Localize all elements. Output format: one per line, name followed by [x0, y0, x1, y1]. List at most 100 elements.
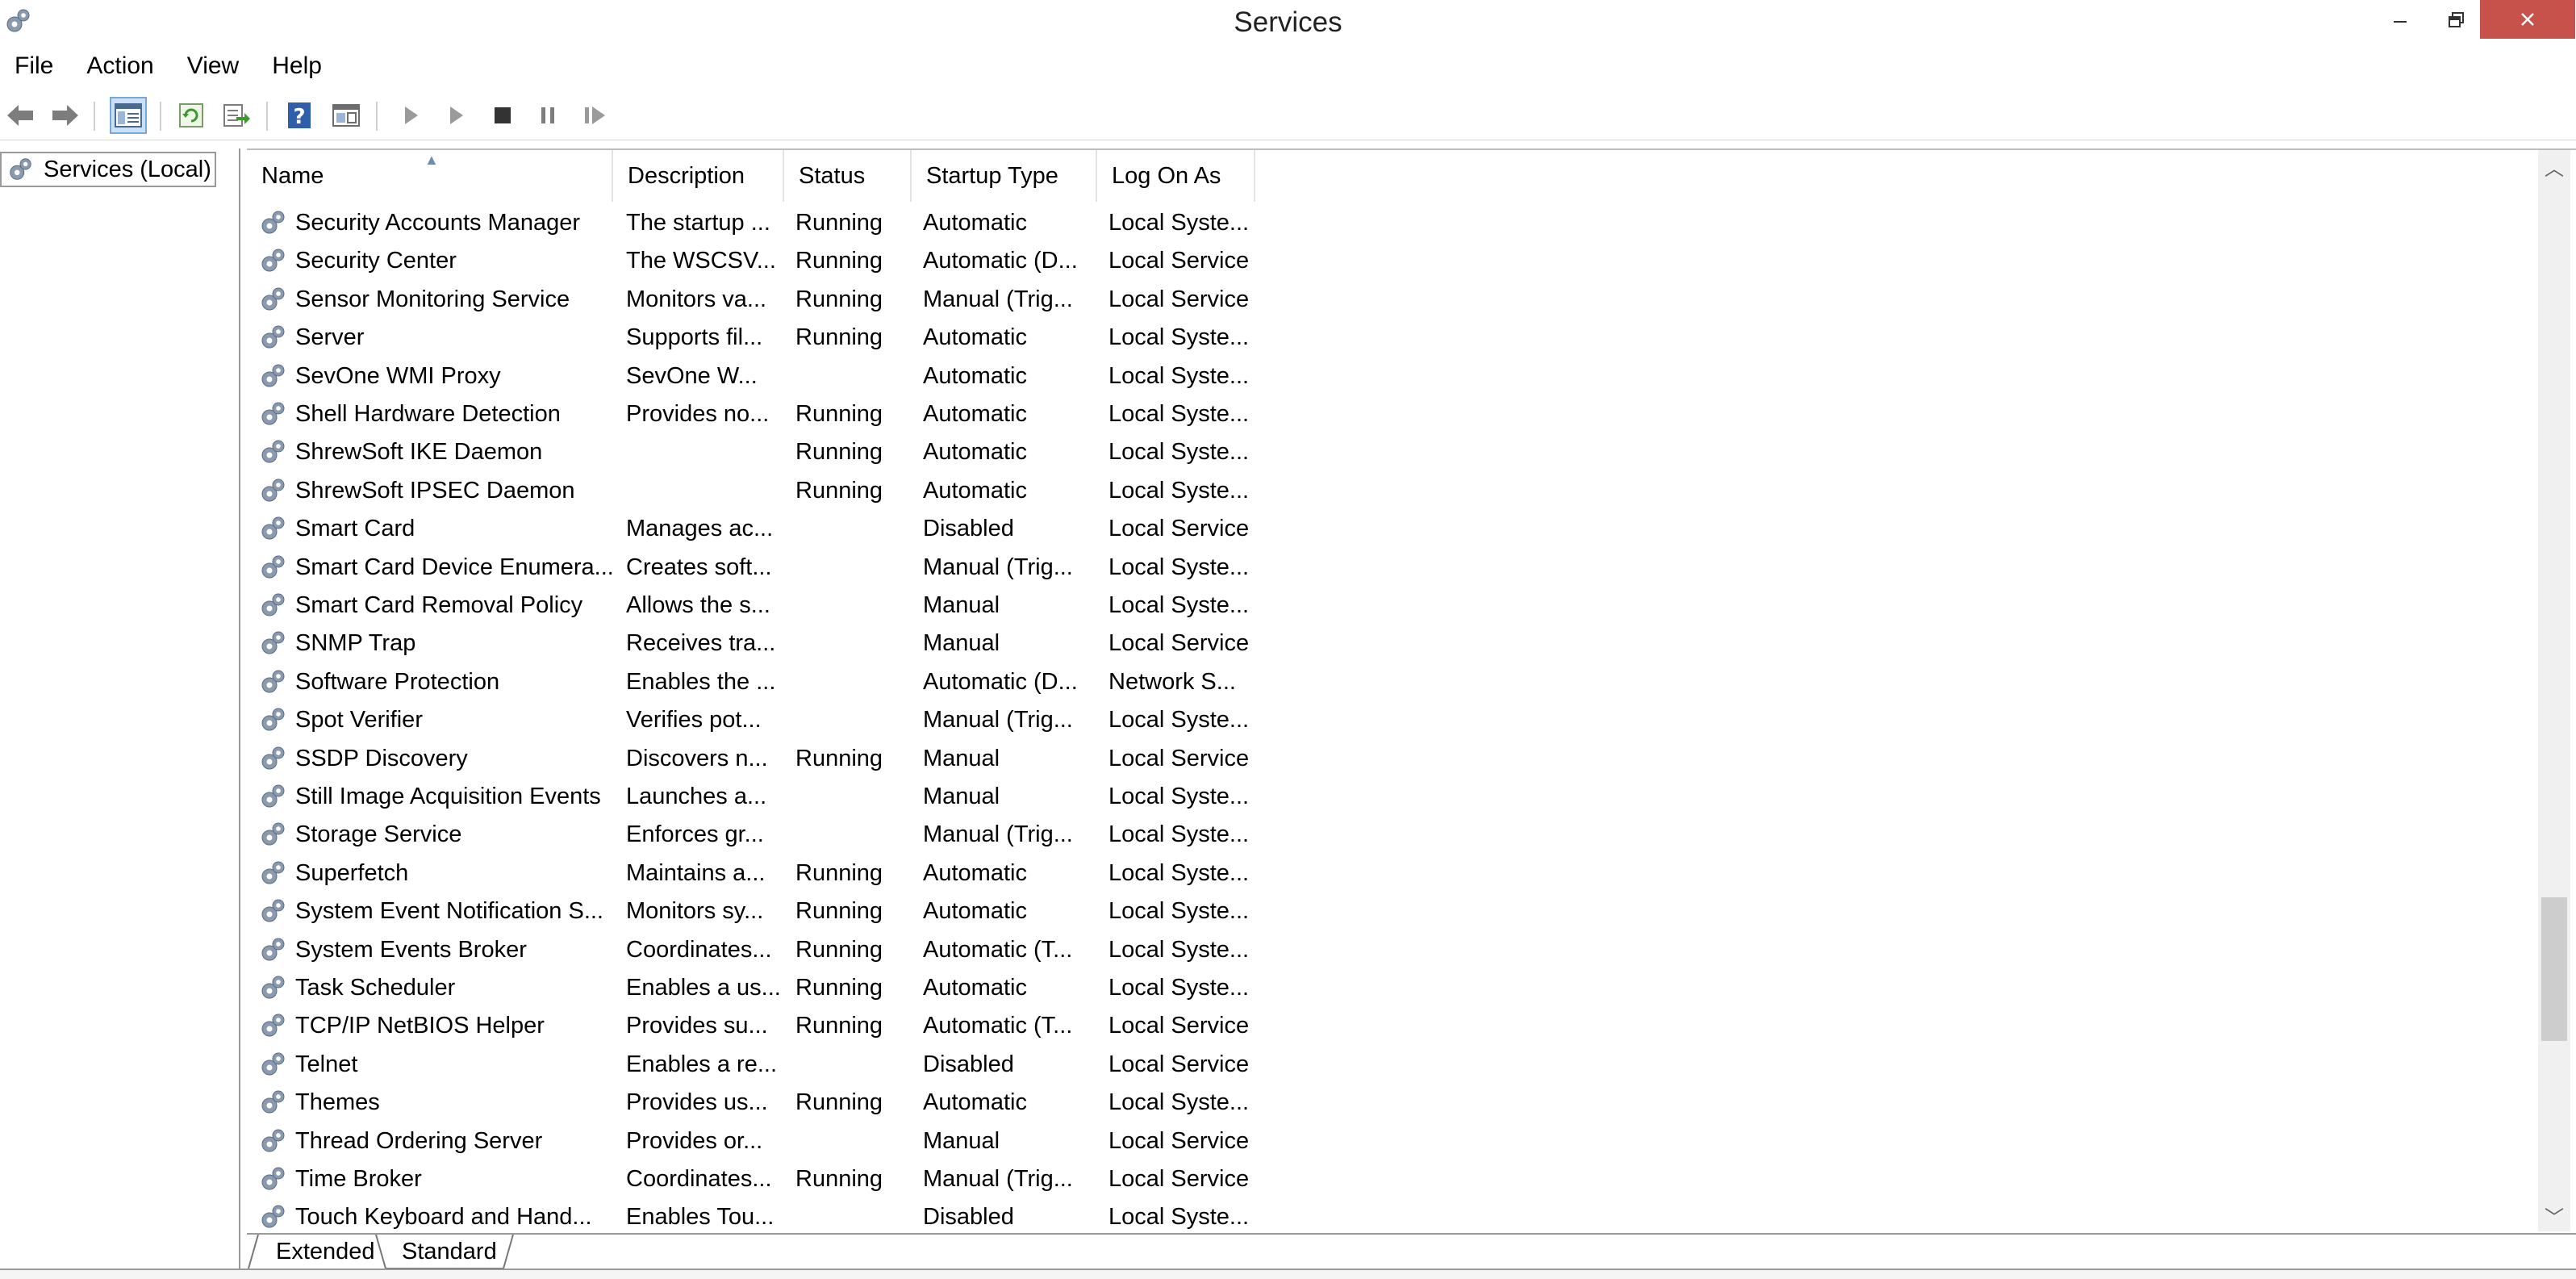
service-log-on-as: Local Syste...: [1108, 784, 1250, 809]
tab-extended[interactable]: Extended: [263, 1235, 388, 1269]
service-description: Launches a...: [626, 784, 767, 809]
table-row[interactable]: ShrewSoft IPSEC Daemon Running Automatic Lo…: [247, 471, 1255, 509]
column-log-on-as[interactable]: Log On As: [1097, 150, 1255, 202]
service-status: Running: [795, 1166, 883, 1192]
service-gear-icon: [261, 1052, 285, 1076]
table-row[interactable]: Task Scheduler Enables a us... Running Auto…: [247, 968, 1255, 1006]
table-row[interactable]: Thread Ordering Server Provides or... Manu…: [247, 1122, 1255, 1160]
restore-icon: [2449, 12, 2464, 27]
service-status: Running: [795, 859, 883, 886]
tab-standard[interactable]: Standard: [389, 1235, 510, 1269]
table-row[interactable]: Themes Provides us... Running Automatic Loca…: [247, 1083, 1255, 1121]
service-startup-type: Disabled: [923, 516, 1014, 542]
show-hide-console-tree-icon: [115, 103, 142, 127]
table-row[interactable]: System Event Notification S... Monitors s…: [247, 892, 1255, 930]
view-tabs: Extended Standard: [247, 1233, 2576, 1269]
service-name: System Events Broker: [295, 936, 527, 963]
service-gear-icon: [261, 746, 285, 770]
back-button[interactable]: [2, 97, 39, 134]
table-row[interactable]: Security Center The WSCSV... Running Automa…: [247, 241, 1255, 279]
table-row[interactable]: Smart Card Removal Policy Allows the s...…: [247, 586, 1255, 624]
service-log-on-as: Local Service: [1108, 248, 1250, 274]
minimize-button[interactable]: [2372, 0, 2428, 40]
service-log-on-as: Local Syste...: [1108, 324, 1250, 351]
forward-button[interactable]: [47, 97, 84, 134]
export-list-button[interactable]: [218, 97, 255, 134]
tree-item-services-local[interactable]: Services (Local): [0, 152, 216, 187]
table-row[interactable]: Server Supports fil... Running Automatic Loc…: [247, 318, 1255, 356]
table-row[interactable]: Sensor Monitoring Service Monitors va... R…: [247, 280, 1255, 318]
service-log-on-as: Local Service: [1108, 1166, 1250, 1192]
service-gear-icon: [261, 516, 285, 540]
service-log-on-as: Local Syste...: [1108, 554, 1250, 580]
properties-pane-icon: [332, 104, 360, 127]
service-description: Monitors va...: [626, 286, 767, 312]
table-row[interactable]: Smart Card Device Enumera... Creates soft…: [247, 548, 1255, 586]
stop-service-button[interactable]: [484, 97, 521, 134]
table-row[interactable]: SevOne WMI Proxy SevOne W... Automatic Loca…: [247, 357, 1255, 395]
service-name: Spot Verifier: [295, 707, 423, 734]
service-name: SNMP Trap: [295, 630, 416, 657]
table-row[interactable]: Time Broker Coordinates... Running Manual (…: [247, 1160, 1255, 1197]
table-row[interactable]: Security Accounts Manager The startup ...…: [247, 203, 1255, 241]
service-startup-type: Automatic: [923, 898, 1027, 925]
scrollbar-thumb[interactable]: [2541, 897, 2567, 1041]
toolbar-separator: [376, 102, 378, 131]
service-status: Running: [795, 745, 883, 771]
show-hide-console-tree-button[interactable]: [110, 97, 147, 134]
service-name: Telnet: [295, 1051, 358, 1077]
scroll-down-arrow-icon[interactable]: ﹀: [2538, 1199, 2570, 1231]
table-row[interactable]: Software Protection Enables the ... Automa…: [247, 662, 1255, 700]
menu-file[interactable]: File: [15, 52, 53, 80]
service-log-on-as: Local Syste...: [1108, 477, 1250, 504]
restore-button[interactable]: [2428, 0, 2485, 40]
refresh-icon: [179, 103, 203, 127]
minimize-icon: [2394, 21, 2407, 23]
service-log-on-as: Local Syste...: [1108, 821, 1250, 848]
table-row[interactable]: Smart Card Manages ac... Disabled Local Ser…: [247, 509, 1255, 547]
service-log-on-as: Local Service: [1108, 516, 1250, 542]
service-log-on-as: Local Service: [1108, 745, 1250, 771]
table-row[interactable]: Spot Verifier Verifies pot... Manual (Trig…: [247, 700, 1255, 738]
service-startup-type: Automatic: [923, 210, 1027, 236]
table-row[interactable]: System Events Broker Coordinates... Runnin…: [247, 930, 1255, 968]
properties-pane-button[interactable]: [328, 97, 365, 134]
start-service-alt-button[interactable]: [437, 97, 474, 134]
table-row[interactable]: SNMP Trap Receives tra... Manual Local Serv…: [247, 624, 1255, 662]
table-row[interactable]: Shell Hardware Detection Provides no... Ru…: [247, 395, 1255, 433]
toolbar: ?: [0, 90, 2576, 140]
title-bar: Services: [0, 0, 2576, 45]
service-gear-icon: [261, 822, 285, 846]
service-description: Provides no...: [626, 401, 770, 427]
pause-service-button[interactable]: [529, 97, 566, 134]
menu-help[interactable]: Help: [272, 52, 322, 80]
menu-view[interactable]: View: [187, 52, 239, 80]
refresh-button[interactable]: [173, 97, 210, 134]
table-row[interactable]: ShrewSoft IKE Daemon Running Automatic Loca…: [247, 433, 1255, 470]
close-button[interactable]: [2480, 0, 2575, 39]
service-startup-type: Manual: [923, 630, 1000, 657]
table-row[interactable]: Telnet Enables a re... Disabled Local Servi…: [247, 1045, 1255, 1083]
service-gear-icon: [261, 479, 285, 502]
column-startup-type[interactable]: Startup Type: [912, 150, 1097, 202]
table-row[interactable]: TCP/IP NetBIOS Helper Provides su... Runni…: [247, 1006, 1255, 1044]
service-name: Smart Card Removal Policy: [295, 592, 583, 618]
help-button[interactable]: ?: [281, 97, 318, 134]
table-row[interactable]: Still Image Acquisition Events Launches a…: [247, 777, 1255, 815]
scroll-up-arrow-icon[interactable]: ︿: [2538, 150, 2570, 182]
vertical-scrollbar[interactable]: ︿ ﹀: [2538, 150, 2570, 1231]
table-row[interactable]: Touch Keyboard and Hand... Enables Tou...…: [247, 1197, 1255, 1231]
service-status: Running: [795, 898, 883, 925]
console-tree: Services (Local): [0, 148, 240, 1274]
service-log-on-as: Local Syste...: [1108, 210, 1250, 236]
menu-action[interactable]: Action: [86, 52, 153, 80]
table-row[interactable]: Superfetch Maintains a... Running Automatic…: [247, 854, 1255, 892]
table-row[interactable]: Storage Service Enforces gr... Manual (Tri…: [247, 815, 1255, 853]
service-name: Storage Service: [295, 821, 462, 848]
resume-service-button[interactable]: [578, 97, 615, 134]
service-log-on-as: Local Service: [1108, 286, 1250, 312]
column-status[interactable]: Status: [784, 150, 912, 202]
start-service-button[interactable]: [392, 97, 429, 134]
table-row[interactable]: SSDP Discovery Discovers n... Running Manua…: [247, 739, 1255, 777]
column-description[interactable]: Description: [613, 150, 784, 202]
